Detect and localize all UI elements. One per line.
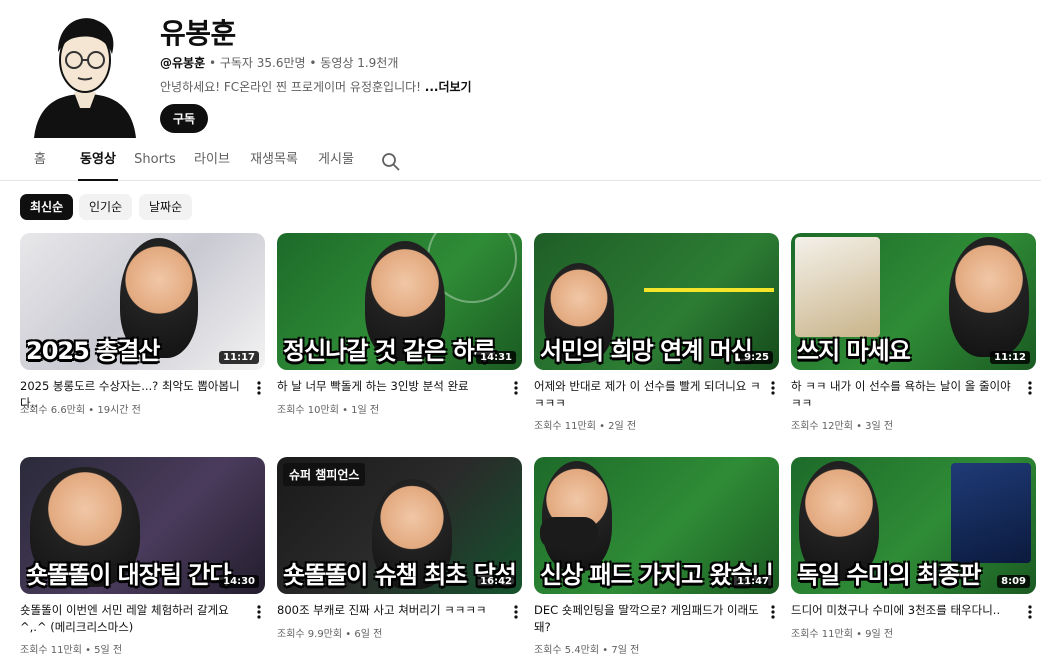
video-views: 조회수 11만회 [534,421,596,432]
video-age: 2일 전 [608,421,637,432]
thumbnail-caption: 서민의 희망 연계 머신 [540,337,753,365]
channel-description[interactable]: 안녕하세요! FC온라인 찐 프로게이머 유정훈입니다! ...더보기 [160,78,472,95]
avatar-illustration [34,18,136,138]
video-age: 6일 전 [354,629,383,640]
gamepad-icon [540,517,598,549]
more-vert-icon[interactable] [1024,379,1036,397]
video-card: 서민의 희망 연계 머신 9:25 어제와 반대로 제가 이 선수를 빨게 되더… [534,233,779,433]
video-meta: 조회수 11만회 • 2일 전 [534,421,637,432]
video-meta: 조회수 10만회 • 1일 전 [277,405,380,416]
video-meta: 조회수 11만회 • 9일 전 [791,629,894,640]
channel-stats: • 구독자 35.6만명 • 동영상 1.9천개 [205,56,399,70]
video-duration: 11:47 [733,575,773,588]
video-meta: 조회수 6.6만회 • 19시간 전 [20,405,141,416]
video-card: 신상 패드 가지고 왔습니다 11:47 DEC 숏페인팅을 딸깍으로? 게임패… [534,457,779,657]
video-title[interactable]: 800조 부캐로 진짜 사고 쳐버리기 ㅋㅋㅋㅋ [277,602,505,619]
thumbnail-badge: 슈퍼 챔피언스 [283,463,366,486]
video-title[interactable]: 하 ㅋㅋ 내가 이 선수를 욕하는 날이 올 줄이야 ㅋㅋ [791,378,1019,412]
tab-live[interactable]: 라이브 [193,143,231,181]
video-meta: 조회수 9.9만회 • 6일 전 [277,629,383,640]
more-vert-icon[interactable] [253,603,265,621]
video-duration: 14:31 [476,351,516,364]
channel-handle: @유봉훈 [160,56,206,70]
more-vert-icon[interactable] [1024,603,1036,621]
tab-playlists[interactable]: 재생목록 [249,143,299,181]
video-card: 슈퍼 챔피언스 숏똘똘이 슈챔 최초 달성 16:42 800조 부캐로 진짜 … [277,457,522,657]
avatar[interactable] [30,8,140,138]
video-duration: 11:17 [219,351,259,364]
video-card: 2025 총결산 11:17 2025 봉롱도르 수상자는...? 최악도 뽑아… [20,233,265,433]
video-title[interactable]: DEC 숏페인팅을 딸깍으로? 게임패드가 이래도 돼? [534,602,762,636]
video-age: 19시간 전 [97,405,141,416]
video-views: 조회수 6.6만회 [20,405,86,416]
video-thumbnail[interactable]: 쓰지 마세요 11:12 [791,233,1036,370]
video-meta: 조회수 11만회 • 5일 전 [20,645,123,656]
subscribe-button[interactable]: 구독 [160,104,208,133]
video-thumbnail[interactable]: 숏똘똘이 대장팀 간다 14:30 [20,457,265,594]
more-vert-icon[interactable] [253,379,265,397]
video-age: 3일 전 [865,421,894,432]
video-duration: 11:12 [990,351,1030,364]
video-views: 조회수 11만회 [20,645,82,656]
video-thumbnail[interactable]: 2025 총결산 11:17 [20,233,265,370]
more-vert-icon[interactable] [510,379,522,397]
video-views: 조회수 12만회 [791,421,853,432]
video-thumbnail[interactable]: 서민의 희망 연계 머신 9:25 [534,233,779,370]
video-thumbnail[interactable]: 독일 수미의 최종판 8:09 [791,457,1036,594]
video-title[interactable]: 하 날 너무 빡돌게 하는 3인방 분석 완료 [277,378,505,395]
video-duration: 16:42 [476,575,516,588]
video-age: 1일 전 [351,405,380,416]
channel-tabs: 홈 동영상 Shorts 라이브 재생목록 게시물 [0,143,1041,181]
video-title[interactable]: 어제와 반대로 제가 이 선수를 빨게 되더니요 ㅋㅋㅋㅋ [534,378,762,412]
player-card [795,237,880,337]
video-thumbnail[interactable]: 신상 패드 가지고 왔습니다 11:47 [534,457,779,594]
thumbnail-caption: 독일 수미의 최종판 [797,561,981,589]
video-card: 정신나갈 것 같은 하루 14:31 하 날 너무 빡돌게 하는 3인방 분석 … [277,233,522,433]
channel-name: 유봉훈 [160,17,236,50]
video-card: 쓰지 마세요 11:12 하 ㅋㅋ 내가 이 선수를 욕하는 날이 올 줄이야 … [791,233,1036,433]
video-card: 독일 수미의 최종판 8:09 드디어 미쳤구나 수미에 3천조를 태우다니..… [791,457,1036,657]
chip-popular[interactable]: 인기순 [79,194,133,220]
video-views: 조회수 9.9만회 [277,629,343,640]
video-duration: 9:25 [740,351,773,364]
video-age: 9일 전 [865,629,894,640]
video-meta: 조회수 5.4만회 • 7일 전 [534,645,640,656]
video-card: 숏똘똘이 대장팀 간다 14:30 숏똘똘이 이번엔 서민 레알 체험하러 갈게… [20,457,265,657]
channel-meta: @유봉훈 • 구독자 35.6만명 • 동영상 1.9천개 [160,54,398,71]
tab-shorts[interactable]: Shorts [134,143,176,181]
video-age: 5일 전 [94,645,123,656]
more-vert-icon[interactable] [767,603,779,621]
video-title[interactable]: 드디어 미쳤구나 수미에 3천조를 태우다니.. [791,602,1019,619]
chip-oldest[interactable]: 날짜순 [139,194,193,220]
video-duration: 8:09 [997,575,1030,588]
search-icon[interactable] [381,152,401,172]
video-views: 조회수 10만회 [277,405,339,416]
channel-page: 유봉훈 @유봉훈 • 구독자 35.6만명 • 동영상 1.9천개 안녕하세요!… [0,0,1041,661]
more-vert-icon[interactable] [767,379,779,397]
more-vert-icon[interactable] [510,603,522,621]
chip-latest[interactable]: 최신순 [20,194,74,220]
video-age: 7일 전 [611,645,640,656]
video-thumbnail[interactable]: 정신나갈 것 같은 하루 14:31 [277,233,522,370]
video-views: 조회수 5.4만회 [534,645,600,656]
video-title[interactable]: 숏똘똘이 이번엔 서민 레알 체험하러 갈게요 ^,.^ (메리크리스마스) [20,602,248,636]
video-thumbnail[interactable]: 슈퍼 챔피언스 숏똘똘이 슈챔 최초 달성 16:42 [277,457,522,594]
player-card [951,463,1031,563]
description-text: 안녕하세요! FC온라인 찐 프로게이머 유정훈입니다! [160,80,425,94]
tab-videos[interactable]: 동영상 [78,143,118,181]
tab-posts[interactable]: 게시물 [317,143,355,181]
tab-home[interactable]: 홈 [30,143,50,181]
video-views: 조회수 11만회 [791,629,853,640]
pass-line [644,288,774,292]
video-duration: 14:30 [219,575,259,588]
video-meta: 조회수 12만회 • 3일 전 [791,421,894,432]
more-link[interactable]: ...더보기 [425,80,472,94]
